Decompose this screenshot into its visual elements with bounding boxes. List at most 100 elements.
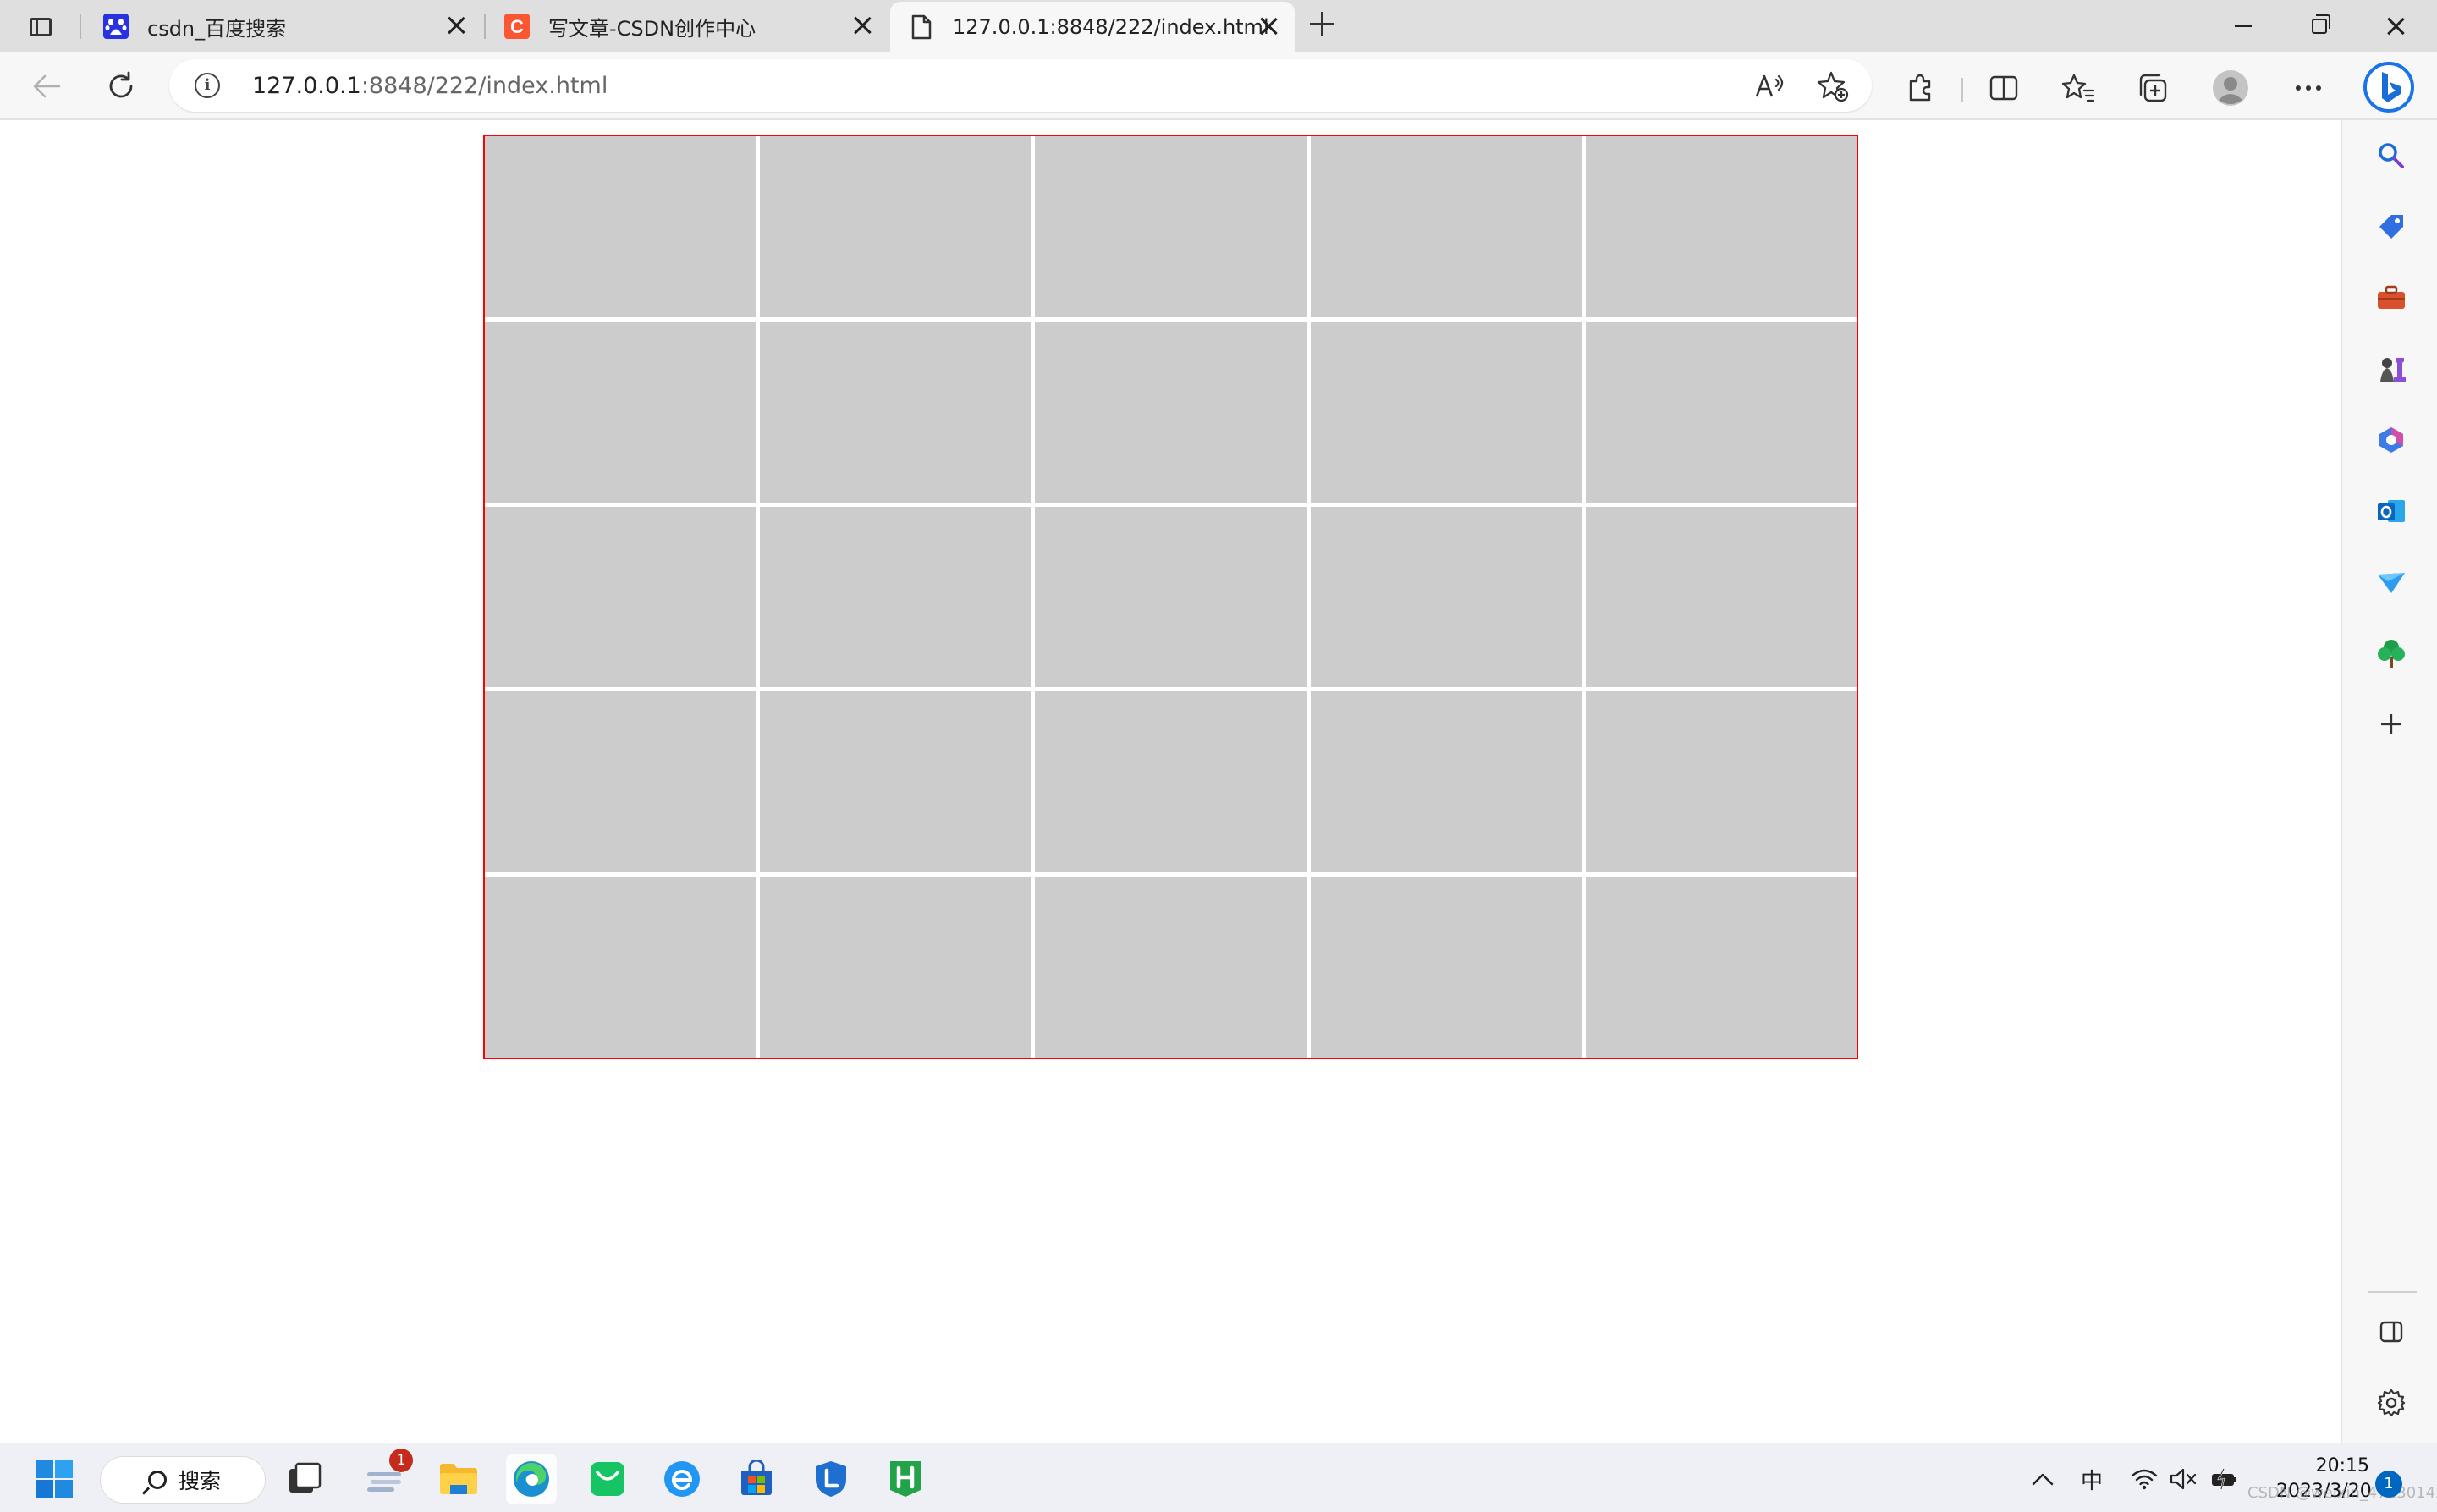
tab-label: 写文章-CSDN创作中心 bbox=[548, 16, 756, 41]
file-explorer-button[interactable] bbox=[433, 1454, 484, 1504]
tab-csdn-editor[interactable]: C 写文章-CSDN创作中心 bbox=[486, 0, 887, 52]
grid-cell bbox=[760, 506, 1031, 688]
grid-cell bbox=[1585, 691, 1857, 873]
tab-local-index[interactable]: 127.0.0.1:8848/222/index.html bbox=[890, 2, 1295, 52]
plus-icon bbox=[2381, 714, 2401, 734]
minimize-icon bbox=[2235, 25, 2252, 27]
volume-button[interactable] bbox=[2166, 1464, 2200, 1494]
grid-cell bbox=[485, 877, 756, 1058]
sidebar-games-button[interactable] bbox=[2373, 350, 2410, 388]
edge-logo-icon bbox=[514, 1461, 549, 1497]
grid-cell bbox=[1310, 506, 1582, 688]
refresh-button[interactable] bbox=[98, 64, 144, 108]
grid-cell bbox=[760, 136, 1031, 317]
shield-l-icon bbox=[816, 1461, 846, 1497]
page-icon bbox=[909, 14, 934, 40]
tree-icon bbox=[2378, 640, 2405, 668]
close-window-button[interactable] bbox=[2357, 0, 2434, 52]
grid-cell bbox=[1585, 506, 1857, 688]
grid-cell bbox=[1310, 321, 1582, 503]
collections-button[interactable] bbox=[2132, 68, 2173, 108]
clock-time: 20:15 bbox=[2315, 1455, 2369, 1476]
sidebar-tools-button[interactable] bbox=[2373, 279, 2410, 316]
sidebar-settings-button[interactable] bbox=[2373, 1384, 2410, 1421]
restore-button[interactable] bbox=[2281, 0, 2357, 52]
edge-taskbar-button[interactable] bbox=[506, 1454, 557, 1504]
read-aloud-icon bbox=[1755, 74, 1784, 97]
grid-cell bbox=[760, 877, 1031, 1058]
notification-center-button[interactable]: 1 bbox=[2375, 1471, 2402, 1498]
hbuilder-taskbar-button[interactable] bbox=[880, 1454, 931, 1504]
bing-copilot-button[interactable] bbox=[2361, 59, 2417, 115]
taskbar-search[interactable]: 搜索 bbox=[100, 1456, 266, 1504]
toolbox-icon bbox=[2378, 285, 2405, 309]
search-icon bbox=[148, 1471, 167, 1489]
avatar-icon bbox=[2213, 70, 2248, 106]
sidebar-m365-button[interactable] bbox=[2373, 421, 2410, 459]
sidebar-search-button[interactable] bbox=[2373, 137, 2410, 174]
tab-actions-menu-button[interactable] bbox=[24, 12, 58, 42]
grid-cell bbox=[1035, 506, 1307, 688]
tab-close-button[interactable] bbox=[853, 16, 873, 36]
profile-button[interactable] bbox=[2210, 68, 2251, 108]
sidebar-panel-icon bbox=[2379, 1321, 2403, 1343]
hide-sidebar-button[interactable] bbox=[2373, 1313, 2410, 1350]
battery-charging-icon bbox=[2212, 1468, 2236, 1490]
favorites-button[interactable] bbox=[2058, 68, 2099, 108]
grid-cell bbox=[1035, 136, 1307, 317]
url-text: 127.0.0.1:8848/222/index.html bbox=[252, 73, 608, 99]
site-info-icon[interactable]: i bbox=[195, 73, 220, 98]
task-view-button[interactable] bbox=[279, 1454, 330, 1504]
wifi-icon bbox=[2131, 1469, 2158, 1490]
back-button[interactable] bbox=[24, 64, 69, 108]
puzzle-icon bbox=[1909, 74, 1931, 102]
address-bar[interactable]: i 127.0.0.1:8848/222/index.html bbox=[169, 59, 1872, 112]
url-path: :8848/222/index.html bbox=[360, 73, 608, 99]
split-screen-button[interactable] bbox=[1983, 68, 2024, 108]
close-icon bbox=[2386, 17, 2405, 36]
tab-close-button[interactable] bbox=[447, 16, 467, 36]
plus-icon bbox=[1310, 12, 1334, 36]
chess-pieces-icon bbox=[2380, 358, 2406, 382]
grid-cell bbox=[1035, 877, 1307, 1058]
sidebar-drop-button[interactable] bbox=[2373, 564, 2410, 601]
sidebar-add-button[interactable] bbox=[2373, 706, 2410, 743]
sidebar-tree-button[interactable] bbox=[2373, 635, 2410, 672]
edge-sidebar bbox=[2341, 120, 2437, 1443]
ime-indicator[interactable]: 中 bbox=[2075, 1464, 2109, 1494]
sidebar-outlook-button[interactable] bbox=[2373, 492, 2410, 530]
read-aloud-button[interactable] bbox=[1753, 69, 1787, 103]
battery-button[interactable] bbox=[2209, 1464, 2242, 1494]
store-icon bbox=[741, 1460, 772, 1495]
add-favorite-button[interactable] bbox=[1816, 69, 1850, 103]
task-view-icon bbox=[289, 1462, 322, 1493]
sidebar-shopping-button[interactable] bbox=[2373, 208, 2410, 245]
grid-cell bbox=[1035, 321, 1307, 503]
svg-text:C: C bbox=[510, 16, 524, 37]
arrow-left-icon bbox=[33, 74, 61, 98]
split-screen-icon bbox=[1989, 75, 2018, 101]
new-tab-button[interactable] bbox=[1310, 12, 1340, 42]
extensions-button[interactable] bbox=[1901, 68, 1941, 108]
tab-strip: csdn_百度搜索 C 写文章-CSDN创作中心 127.0.0.1:8848/… bbox=[0, 0, 2437, 52]
lenovo-taskbar-button[interactable] bbox=[806, 1454, 856, 1504]
store-taskbar-button[interactable] bbox=[731, 1454, 782, 1504]
tab-baidu[interactable]: csdn_百度搜索 bbox=[85, 0, 482, 52]
gear-icon bbox=[2377, 1388, 2406, 1417]
grid-cell bbox=[485, 691, 756, 873]
wechat-taskbar-button[interactable] bbox=[582, 1454, 633, 1504]
settings-more-button[interactable] bbox=[2288, 68, 2329, 108]
grid-cell bbox=[760, 321, 1031, 503]
widgets-button[interactable]: 1 bbox=[359, 1449, 413, 1504]
ie-taskbar-button[interactable] bbox=[657, 1454, 707, 1504]
message-app-icon bbox=[591, 1462, 624, 1496]
tab-actions-icon bbox=[30, 18, 52, 36]
show-hidden-icons-button[interactable] bbox=[2027, 1464, 2058, 1494]
network-status-button[interactable] bbox=[2127, 1464, 2161, 1494]
speaker-muted-icon bbox=[2170, 1468, 2197, 1490]
more-dots-icon bbox=[2296, 85, 2321, 91]
start-button[interactable] bbox=[29, 1454, 80, 1504]
bing-logo-icon bbox=[2363, 62, 2414, 113]
minimize-button[interactable] bbox=[2205, 0, 2281, 52]
tab-close-button[interactable] bbox=[1259, 17, 1279, 37]
